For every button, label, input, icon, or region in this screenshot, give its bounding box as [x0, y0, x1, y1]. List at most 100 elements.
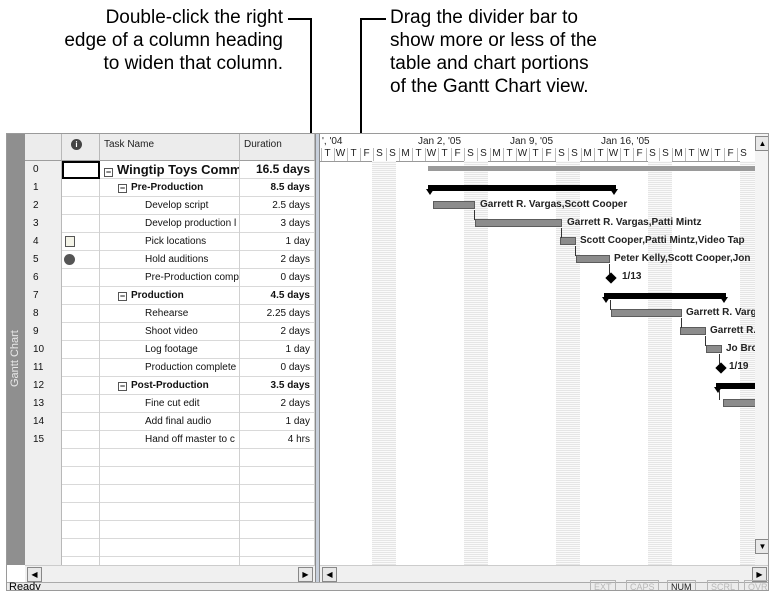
- row-id[interactable]: 11: [25, 359, 62, 377]
- indicator-cell[interactable]: [62, 485, 100, 503]
- view-bar[interactable]: Gantt Chart: [7, 134, 25, 565]
- duration-cell[interactable]: 2 days: [240, 395, 315, 413]
- task-bar[interactable]: [680, 327, 706, 335]
- table-row[interactable]: [25, 485, 315, 503]
- indicator-cell[interactable]: [62, 341, 100, 359]
- task-name-cell[interactable]: − Production: [100, 287, 240, 305]
- duration-cell[interactable]: 2 days: [240, 251, 315, 269]
- table-row[interactable]: 8 Rehearse 2.25 days: [25, 305, 315, 323]
- row-id[interactable]: [25, 521, 62, 539]
- task-bar[interactable]: [475, 219, 562, 227]
- task-name-cell[interactable]: Log footage: [100, 341, 240, 359]
- duration-cell[interactable]: 8.5 days: [240, 179, 315, 197]
- table-row[interactable]: 13 Fine cut edit 2 days: [25, 395, 315, 413]
- row-id[interactable]: 5: [25, 251, 62, 269]
- duration-cell[interactable]: 0 days: [240, 359, 315, 377]
- duration-cell[interactable]: 1 day: [240, 341, 315, 359]
- indicator-cell[interactable]: [62, 323, 100, 341]
- table-row[interactable]: 2 Develop script 2.5 days: [25, 197, 315, 215]
- scroll-right-button[interactable]: ▶: [298, 567, 313, 582]
- indicator-cell[interactable]: [62, 521, 100, 539]
- scroll-up-button[interactable]: ▲: [755, 136, 768, 151]
- indicator-cell[interactable]: [62, 287, 100, 305]
- task-name-cell[interactable]: [100, 503, 240, 521]
- row-id[interactable]: 6: [25, 269, 62, 287]
- task-bar[interactable]: [706, 345, 722, 353]
- collapse-toggle-icon[interactable]: −: [118, 382, 127, 391]
- table-row[interactable]: 10 Log footage 1 day: [25, 341, 315, 359]
- task-bar[interactable]: [723, 399, 757, 407]
- task-name-cell[interactable]: [100, 539, 240, 557]
- selected-cell[interactable]: [62, 161, 100, 179]
- table-row[interactable]: [25, 467, 315, 485]
- task-name-cell[interactable]: Fine cut edit: [100, 395, 240, 413]
- task-name-column-header[interactable]: Task Name: [100, 134, 240, 161]
- task-name-cell[interactable]: Rehearse: [100, 305, 240, 323]
- indicator-cell[interactable]: [62, 251, 100, 269]
- task-name-cell[interactable]: [100, 485, 240, 503]
- task-name-cell[interactable]: Develop script: [100, 197, 240, 215]
- duration-column-header[interactable]: Duration: [240, 134, 315, 161]
- table-row[interactable]: 4 Pick locations 1 day: [25, 233, 315, 251]
- task-bar[interactable]: [433, 201, 475, 209]
- table-row[interactable]: 14 Add final audio 1 day: [25, 413, 315, 431]
- indicator-cell[interactable]: [62, 215, 100, 233]
- indicator-cell[interactable]: [62, 467, 100, 485]
- duration-cell[interactable]: 2 days: [240, 323, 315, 341]
- task-name-cell[interactable]: − Pre-Production: [100, 179, 240, 197]
- table-row[interactable]: 6 Pre-Production comp 0 days: [25, 269, 315, 287]
- table-horizontal-scrollbar[interactable]: ◀ ▶: [25, 565, 315, 582]
- duration-cell[interactable]: [240, 467, 315, 485]
- table-row[interactable]: 5 Hold auditions 2 days: [25, 251, 315, 269]
- scroll-left-button[interactable]: ◀: [27, 567, 42, 582]
- task-name-cell[interactable]: Develop production l: [100, 215, 240, 233]
- scroll-left-button[interactable]: ◀: [322, 567, 337, 582]
- indicator-cell[interactable]: [62, 269, 100, 287]
- row-id[interactable]: 15: [25, 431, 62, 449]
- duration-cell[interactable]: [240, 521, 315, 539]
- table-row[interactable]: 15 Hand off master to c 4 hrs: [25, 431, 315, 449]
- task-name-cell[interactable]: − Post-Production: [100, 377, 240, 395]
- task-bar[interactable]: [611, 309, 682, 317]
- duration-cell[interactable]: 4.5 days: [240, 287, 315, 305]
- resource-icon[interactable]: [64, 254, 75, 265]
- duration-cell[interactable]: 3 days: [240, 215, 315, 233]
- indicator-cell[interactable]: [62, 305, 100, 323]
- table-row[interactable]: [25, 539, 315, 557]
- row-id[interactable]: [25, 467, 62, 485]
- row-id[interactable]: 4: [25, 233, 62, 251]
- indicator-cell[interactable]: [62, 539, 100, 557]
- task-name-cell[interactable]: [100, 449, 240, 467]
- table-row[interactable]: [25, 521, 315, 539]
- table-row[interactable]: 12− Post-Production 3.5 days: [25, 377, 315, 395]
- row-id[interactable]: 13: [25, 395, 62, 413]
- row-id[interactable]: 8: [25, 305, 62, 323]
- indicator-cell[interactable]: [62, 179, 100, 197]
- task-name-cell[interactable]: [100, 521, 240, 539]
- duration-cell[interactable]: 1 day: [240, 413, 315, 431]
- task-name-cell[interactable]: [100, 557, 240, 565]
- indicator-cell[interactable]: [62, 359, 100, 377]
- task-name-cell[interactable]: Shoot video: [100, 323, 240, 341]
- chart-horizontal-scrollbar[interactable]: ◀ ▶: [320, 565, 768, 582]
- milestone-marker[interactable]: [605, 272, 617, 284]
- indicator-cell[interactable]: [62, 557, 100, 565]
- task-name-cell[interactable]: Add final audio: [100, 413, 240, 431]
- row-id[interactable]: 14: [25, 413, 62, 431]
- row-id[interactable]: 2: [25, 197, 62, 215]
- indicator-cell[interactable]: [62, 431, 100, 449]
- duration-cell[interactable]: 0 days: [240, 269, 315, 287]
- summary-bar-production[interactable]: [602, 293, 728, 303]
- row-id[interactable]: [25, 485, 62, 503]
- indicator-cell[interactable]: [62, 377, 100, 395]
- duration-cell[interactable]: [240, 503, 315, 521]
- duration-cell[interactable]: 2.25 days: [240, 305, 315, 323]
- task-name-cell[interactable]: − Wingtip Toys Comm: [100, 161, 240, 179]
- collapse-toggle-icon[interactable]: −: [104, 168, 113, 177]
- duration-cell[interactable]: 1 day: [240, 233, 315, 251]
- row-id-header[interactable]: [25, 134, 62, 161]
- row-id[interactable]: 0: [25, 161, 62, 179]
- note-icon[interactable]: [65, 236, 75, 247]
- duration-cell[interactable]: 2.5 days: [240, 197, 315, 215]
- collapse-toggle-icon[interactable]: −: [118, 292, 127, 301]
